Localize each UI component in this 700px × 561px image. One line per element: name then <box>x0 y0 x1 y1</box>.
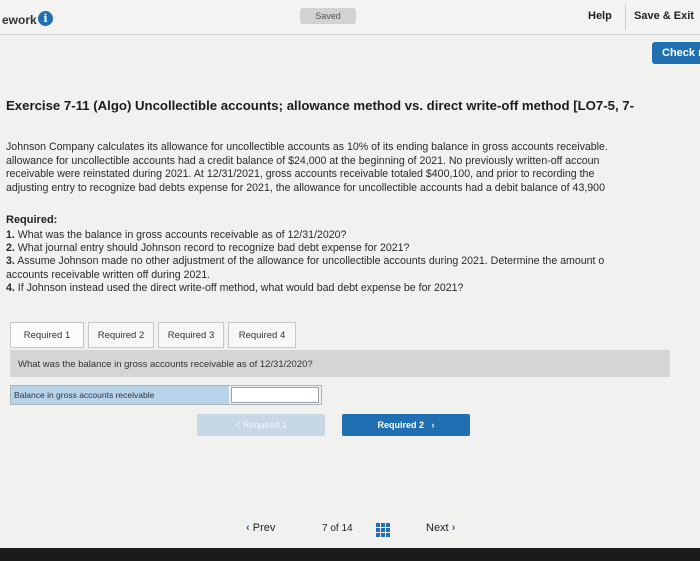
required-heading: Required: <box>6 214 58 226</box>
requirement-number: 1. <box>6 229 15 241</box>
requirement-text: What was the balance in gross accounts r… <box>14 229 347 241</box>
description-line: allowance for uncollectible accounts had… <box>6 154 600 167</box>
tab-required-2[interactable]: Required 2 <box>88 322 154 348</box>
requirement-number: 2. <box>6 242 15 255</box>
tab-required-1[interactable]: Required 1 <box>10 322 84 348</box>
description-line: receivable were reinstated during 2021. … <box>6 168 595 180</box>
requirement-text: If Johnson instead used the direct write… <box>14 281 464 294</box>
top-bar: ework i Saved Help Save & Exit <box>0 0 700 35</box>
question-prompt: What was the balance in gross accounts r… <box>10 350 670 377</box>
next-button[interactable]: Next › <box>426 522 455 534</box>
requirement-text: Assume Johnson made no other adjustment … <box>14 255 605 268</box>
answer-input[interactable] <box>231 387 319 403</box>
requirement-item: accounts receivable written off during 2… <box>6 269 604 282</box>
answer-row: Balance in gross accounts receivable <box>10 385 322 405</box>
pager: ‹ Prev 7 of 14 Next › <box>150 514 550 544</box>
page-current: 7 <box>322 523 328 534</box>
requirements-list: 1. What was the balance in gross account… <box>6 229 604 295</box>
requirement-text: What journal entry should Johnson record… <box>14 242 410 255</box>
requirement-number: 3. <box>6 255 15 268</box>
tab-required-4[interactable]: Required 4 <box>228 322 296 348</box>
answer-label: Balance in gross accounts receivable <box>11 386 229 404</box>
chevron-left-icon: ‹ <box>246 522 250 534</box>
required-tabs: Required 1 Required 2 Required 3 Require… <box>10 322 300 348</box>
grid-icon[interactable] <box>376 523 390 537</box>
page-total: 14 <box>341 523 353 534</box>
check-my-work-button[interactable]: Check m <box>652 42 700 64</box>
brand-label: ework <box>2 13 37 27</box>
chevron-right-icon: › <box>451 522 456 534</box>
info-icon[interactable]: i <box>38 11 53 26</box>
exercise-title: Exercise 7-11 (Algo) Uncollectible accou… <box>6 98 635 113</box>
page: ework i Saved Help Save & Exit Check m E… <box>0 0 700 548</box>
requirement-text: accounts receivable written off during 2… <box>6 268 211 281</box>
prev-button[interactable]: ‹ Prev <box>246 522 275 534</box>
previous-required-button[interactable]: < Required 1 <box>197 414 325 436</box>
saved-status: Saved <box>300 8 356 24</box>
next-required-button[interactable]: Required 2 › <box>342 414 470 436</box>
prev-label: Prev <box>252 522 276 534</box>
next-required-label: Required 2 <box>377 420 424 430</box>
exercise-description: Johnson Company calculates its allowance… <box>6 141 700 195</box>
save-exit-button[interactable]: Save & Exit <box>634 10 694 22</box>
requirement-number: 4. <box>6 281 15 294</box>
description-line: Johnson Company calculates its allowance… <box>6 141 608 153</box>
help-button[interactable]: Help <box>588 10 612 22</box>
description-line: adjusting entry to recognize bad debts e… <box>6 181 605 194</box>
requirement-item: 2. What journal entry should Johnson rec… <box>6 242 604 255</box>
page-of: of <box>330 523 339 534</box>
page-indicator: 7 of 14 <box>322 523 353 534</box>
requirement-item: 1. What was the balance in gross account… <box>6 229 604 242</box>
requirement-item: 4. If Johnson instead used the direct wr… <box>6 282 604 295</box>
header-divider <box>625 4 626 30</box>
screen-bezel <box>0 548 700 561</box>
next-label: Next <box>426 522 449 534</box>
requirement-item: 3. Assume Johnson made no other adjustme… <box>6 255 604 268</box>
tab-required-3[interactable]: Required 3 <box>158 322 224 348</box>
chevron-right-icon: › <box>426 420 435 430</box>
